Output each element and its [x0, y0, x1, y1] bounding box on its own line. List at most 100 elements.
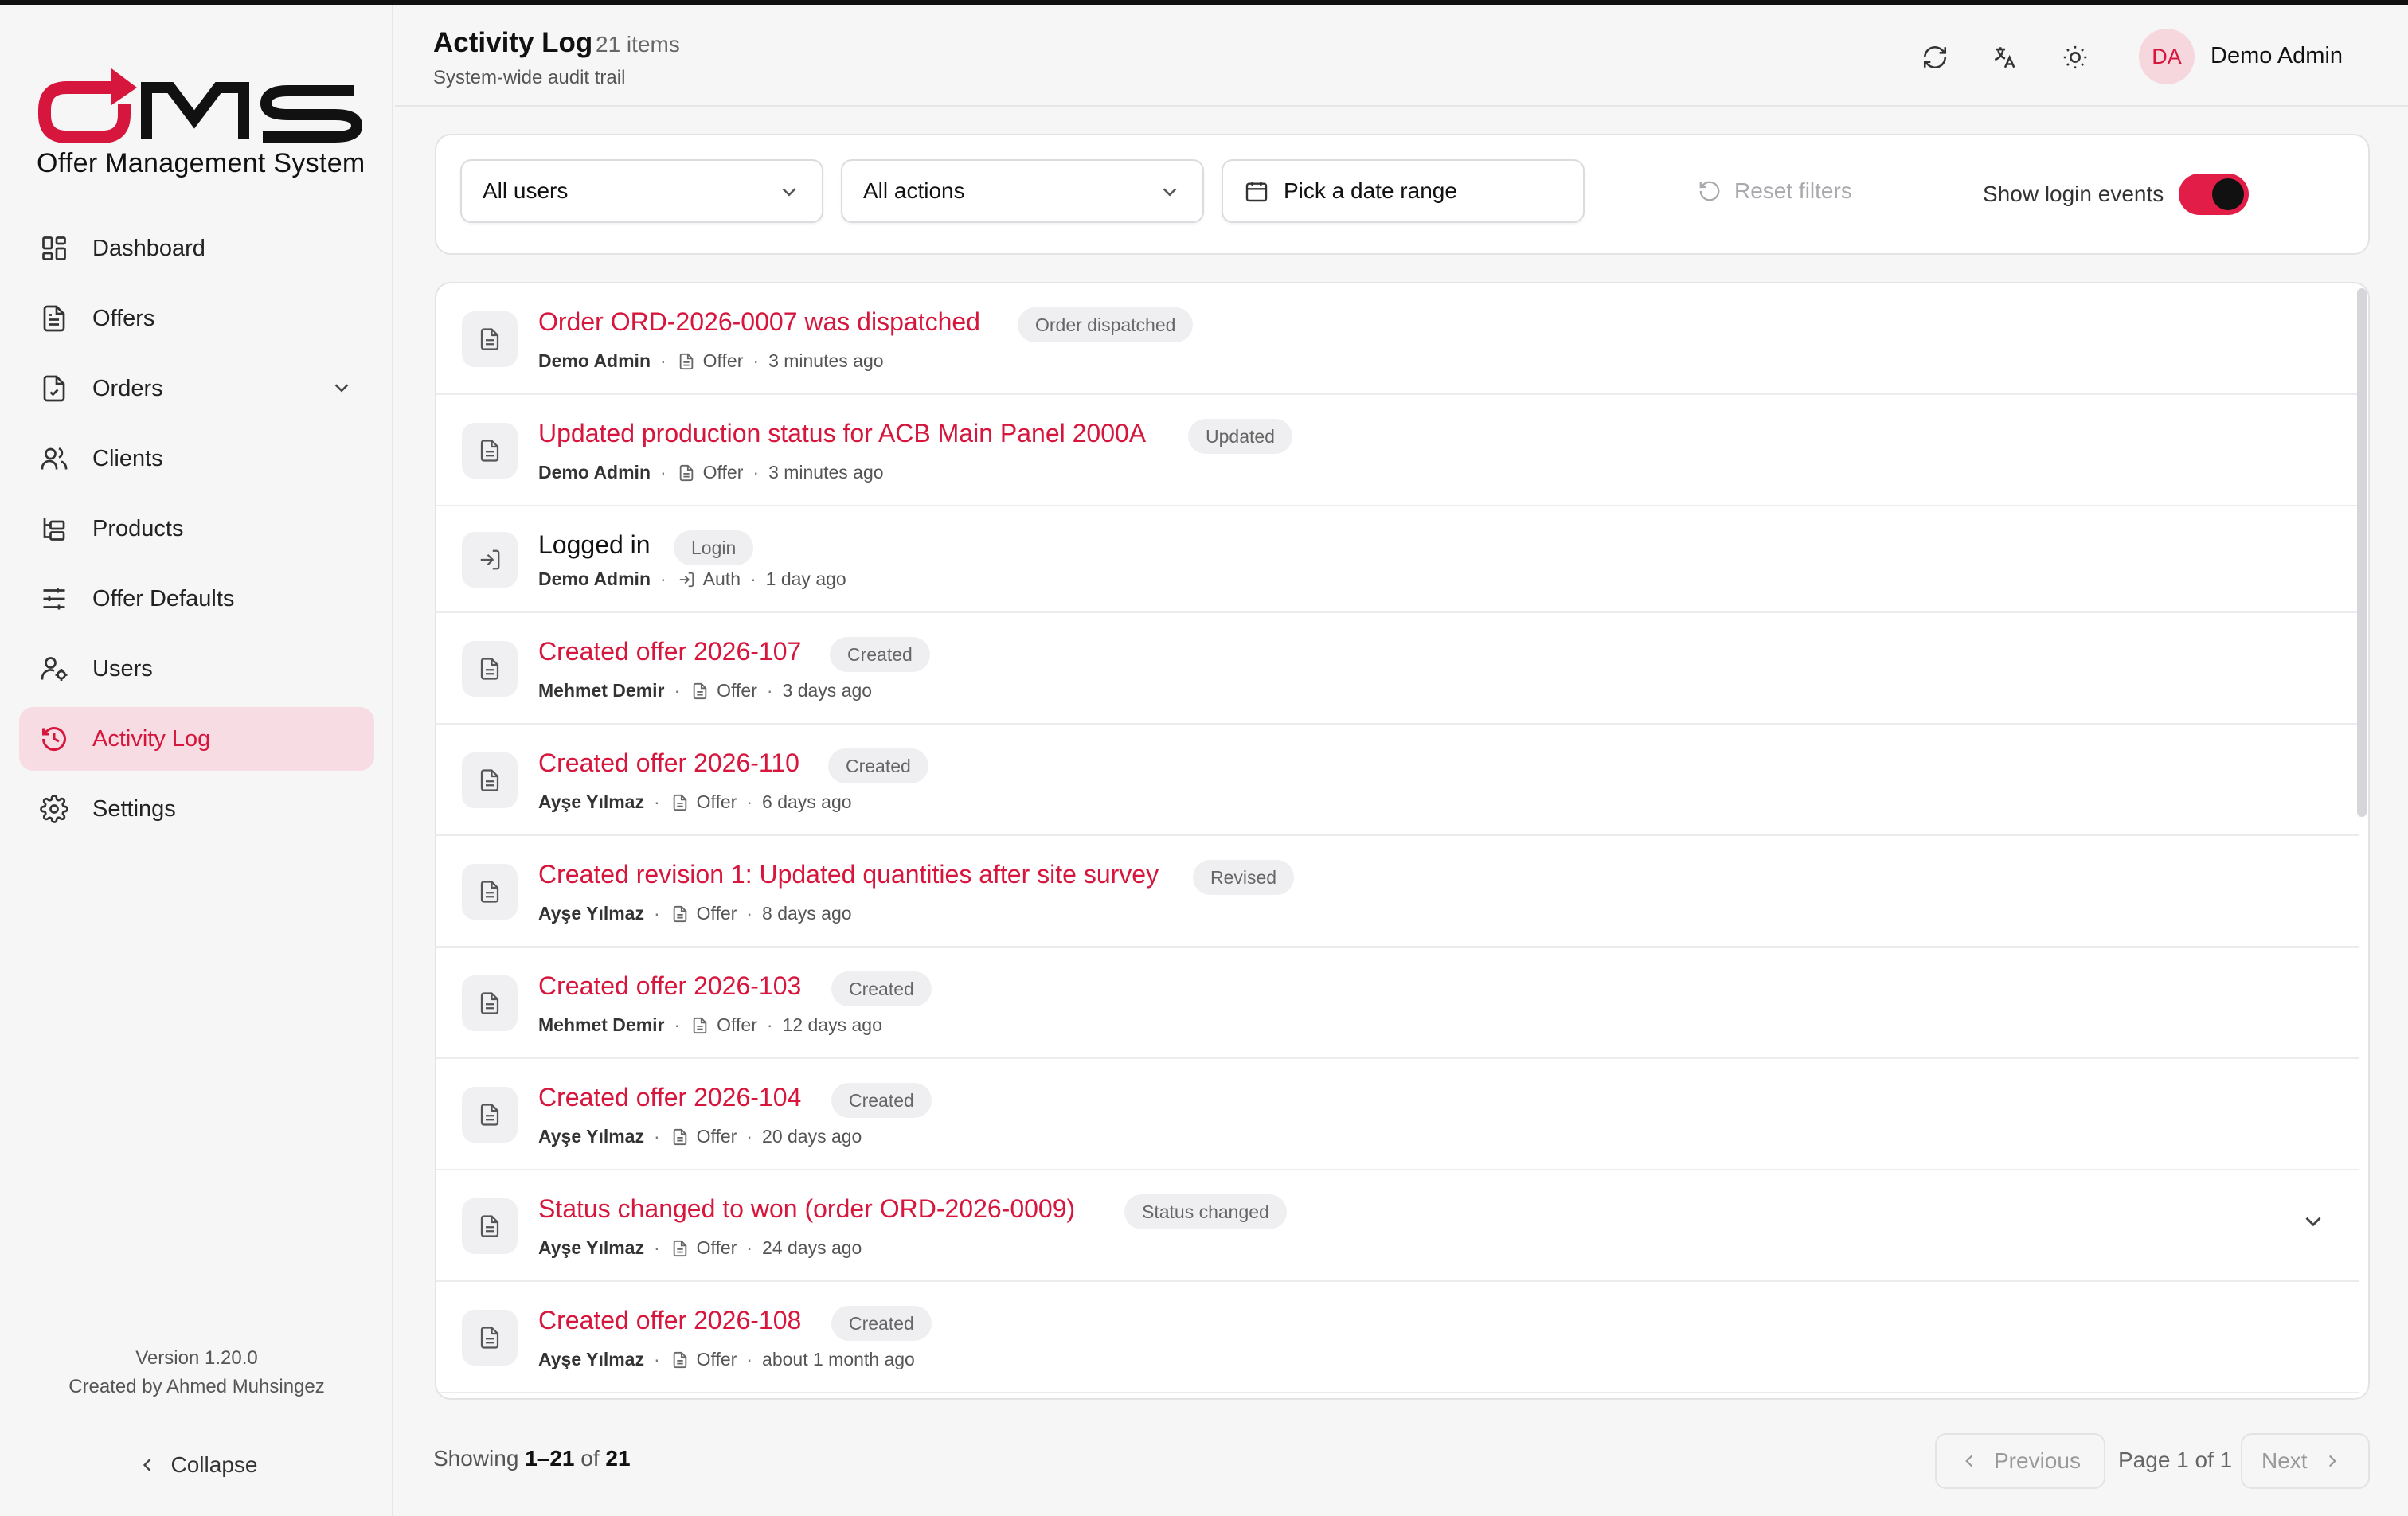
login-events-toggle[interactable] — [2179, 174, 2249, 215]
sidebar-item-label: Offers — [92, 305, 155, 331]
activity-time: 3 days ago — [782, 680, 873, 701]
separator-dot: · — [766, 1014, 773, 1035]
reset-icon — [1699, 181, 1720, 201]
sidebar: Offer Management System Dashboard Offers… — [0, 5, 393, 1516]
document-icon — [462, 864, 518, 920]
avatar[interactable]: DA — [2139, 29, 2195, 84]
sun-icon — [2063, 45, 2087, 69]
app-version: Version 1.20.0 — [135, 1347, 258, 1369]
sidebar-item-dashboard[interactable]: Dashboard — [19, 217, 374, 280]
sidebar-item-activity-log[interactable]: Activity Log — [19, 707, 374, 771]
item-count: 21 items — [596, 32, 680, 57]
refresh-button[interactable] — [1917, 40, 1953, 75]
sidebar-item-offers[interactable]: Offers — [19, 287, 374, 350]
sidebar-item-users[interactable]: Users — [19, 637, 374, 701]
activity-title[interactable]: Created offer 2026-108 — [538, 1306, 801, 1335]
document-icon — [462, 423, 518, 479]
activity-time: 8 days ago — [762, 903, 852, 924]
separator-dot: · — [660, 568, 666, 589]
activity-meta: Ayşe Yılmaz · Offer · 6 days ago — [538, 791, 852, 813]
sidebar-item-label: Activity Log — [92, 725, 211, 752]
logo-subtitle: Offer Management System — [37, 148, 366, 178]
collapse-button[interactable]: Collapse — [0, 1452, 393, 1478]
sidebar-item-label: Settings — [92, 795, 176, 822]
activity-entity: Offer — [696, 903, 737, 924]
activity-title[interactable]: Created offer 2026-107 — [538, 637, 801, 666]
activity-list: Order ORD-2026-0007 was dispatched Order … — [435, 282, 2370, 1400]
page-info: Page 1 of 1 — [2118, 1448, 2233, 1472]
date-range-picker[interactable]: Pick a date range — [1222, 159, 1585, 223]
activity-time: 1 day ago — [765, 568, 846, 589]
activity-title[interactable]: Created offer 2026-110 — [538, 748, 799, 778]
chevron-down-icon[interactable] — [330, 376, 354, 400]
separator-dot: · — [653, 903, 660, 924]
sidebar-item-label: Users — [92, 655, 153, 682]
activity-user: Ayşe Yılmaz — [538, 1126, 644, 1147]
action-badge: Login — [674, 530, 754, 565]
calendar-icon — [1245, 182, 1268, 202]
refresh-icon — [1923, 46, 1947, 68]
sidebar-item-products[interactable]: Products — [19, 497, 374, 561]
gear-icon — [38, 793, 70, 825]
activity-title[interactable]: Updated production status for ACB Main P… — [538, 419, 1146, 448]
user-filter-select[interactable]: All users — [460, 159, 823, 223]
sidebar-item-orders[interactable]: Orders — [19, 357, 374, 420]
separator-dot: · — [746, 1237, 753, 1258]
activity-time: 24 days ago — [762, 1237, 862, 1258]
sidebar-item-settings[interactable]: Settings — [19, 777, 374, 841]
activity-row: Created offer 2026-104 Created Ayşe Yılmaz… — [436, 1059, 2359, 1170]
action-badge: Created — [828, 748, 928, 783]
document-icon — [462, 1087, 518, 1143]
sidebar-item-offer-defaults[interactable]: Offer Defaults — [19, 567, 374, 631]
activity-title[interactable]: Status changed to won (order ORD-2026-00… — [538, 1194, 1075, 1224]
sidebar-item-label: Dashboard — [92, 235, 205, 261]
activity-user: Ayşe Yılmaz — [538, 903, 644, 924]
document-icon — [670, 904, 690, 924]
document-icon — [690, 681, 710, 701]
document-icon — [670, 792, 690, 813]
theme-toggle-button[interactable] — [2058, 40, 2093, 75]
activity-title[interactable]: Created revision 1: Updated quantities a… — [538, 860, 1159, 889]
document-icon — [462, 311, 518, 367]
user-gear-icon — [38, 653, 70, 685]
sidebar-item-label: Offer Defaults — [92, 585, 235, 611]
user-name[interactable]: Demo Admin — [2211, 43, 2343, 69]
activity-time: about 1 month ago — [762, 1349, 915, 1369]
reset-filters-button[interactable]: Reset filters — [1698, 178, 1852, 204]
activity-title[interactable]: Order ORD-2026-0007 was dispatched — [538, 307, 980, 337]
showing-prefix: Showing — [433, 1446, 519, 1471]
sliders-icon — [38, 583, 70, 615]
chevron-down-icon — [782, 188, 796, 197]
page-header: Activity Log 21 items System-wide audit … — [395, 5, 2408, 107]
action-badge: Status changed — [1124, 1194, 1287, 1229]
sidebar-item-label: Orders — [92, 375, 163, 401]
next-label: Next — [2261, 1448, 2308, 1473]
activity-title[interactable]: Created offer 2026-104 — [538, 1083, 801, 1112]
activity-entity: Offer — [702, 462, 744, 483]
showing-range: 1–21 — [525, 1446, 575, 1471]
chevron-down-icon[interactable] — [2300, 1208, 2327, 1235]
activity-entity: Offer — [696, 1349, 737, 1369]
activity-entity: Offer — [696, 1126, 737, 1147]
activity-row: Created offer 2026-108 Created Ayşe Yılmaz… — [436, 1282, 2359, 1393]
language-button[interactable] — [1988, 40, 2023, 75]
activity-user: Demo Admin — [538, 462, 651, 483]
activity-user: Ayşe Yılmaz — [538, 791, 644, 812]
document-icon — [676, 463, 697, 483]
separator-dot: · — [766, 680, 773, 701]
document-icon — [676, 351, 697, 372]
app-credit: Created by Ahmed Muhsingez — [68, 1376, 325, 1397]
document-icon — [670, 1350, 690, 1370]
list-scrollbar[interactable] — [2357, 288, 2367, 817]
previous-page-button[interactable]: Previous — [1935, 1433, 2105, 1489]
separator-dot: · — [750, 568, 756, 589]
action-badge: Revised — [1193, 860, 1295, 895]
action-filter-select[interactable]: All actions — [841, 159, 1204, 223]
activity-title[interactable]: Created offer 2026-103 — [538, 971, 801, 1001]
sidebar-item-clients[interactable]: Clients — [19, 427, 374, 490]
results-summary: Showing 1–21 of 21 — [433, 1446, 631, 1471]
activity-row: Created revision 1: Updated quantities a… — [436, 836, 2359, 947]
activity-row[interactable]: Status changed to won (order ORD-2026-00… — [436, 1170, 2359, 1282]
document-icon — [462, 1198, 518, 1254]
next-page-button[interactable]: Next — [2241, 1433, 2370, 1489]
